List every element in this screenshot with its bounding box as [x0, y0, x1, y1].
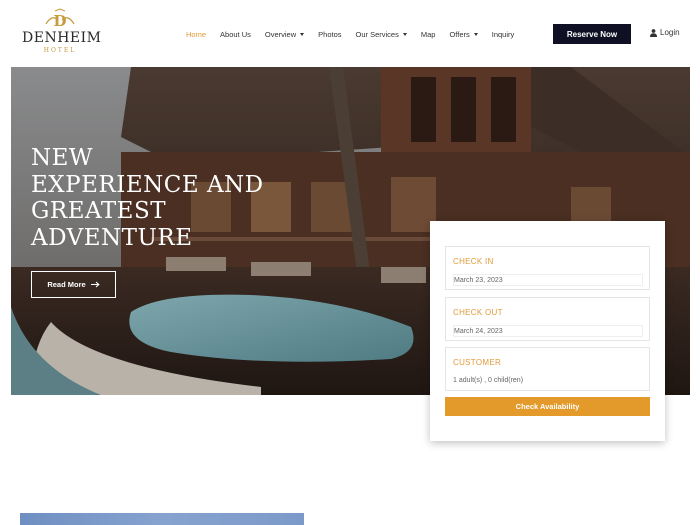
nav-item-map[interactable]: Map: [421, 30, 436, 39]
nav-item-home[interactable]: Home: [186, 30, 206, 39]
check-in-label: CHECK IN: [453, 257, 494, 266]
check-out-field: CHECK OUT March 24, 2023: [445, 297, 650, 341]
nav-label: About Us: [220, 29, 251, 39]
customer-select[interactable]: 1 adult(s) , 0 child(ren): [453, 375, 643, 387]
login-label: Login: [660, 28, 680, 37]
caret-down-icon: [473, 32, 478, 36]
login-link[interactable]: Login: [650, 28, 680, 37]
main-nav: Home About Us Overview Photos Our Servic…: [186, 27, 528, 41]
nav-item-overview[interactable]: Overview: [264, 29, 305, 39]
user-icon: [650, 28, 657, 37]
svg-text:D: D: [53, 12, 66, 30]
nav-label: Inquiry: [491, 29, 515, 39]
nav-item-inquiry[interactable]: Inquiry: [492, 30, 515, 39]
arrow-right-icon: [90, 281, 100, 288]
caret-down-icon: [300, 32, 305, 36]
nav-item-offers[interactable]: Offers: [449, 29, 478, 39]
nav-item-photos[interactable]: Photos: [318, 30, 341, 39]
nav-label: Home: [186, 29, 207, 39]
caret-down-icon: [402, 32, 407, 36]
hero-title-line: GREATEST: [31, 198, 167, 224]
check-in-input[interactable]: March 23, 2023: [453, 274, 643, 286]
site-header: D DENHEIM HOTEL Home About Us Overview P…: [0, 0, 700, 67]
hotel-logo[interactable]: D DENHEIM HOTEL: [22, 8, 102, 58]
reserve-now-button[interactable]: Reserve Now: [553, 24, 631, 44]
check-out-label: CHECK OUT: [453, 308, 503, 317]
nav-label: Our Services: [355, 29, 399, 39]
brand-subtitle: HOTEL: [43, 47, 77, 54]
check-out-input[interactable]: March 24, 2023: [453, 325, 643, 337]
read-more-label: Read More: [47, 280, 86, 289]
nav-label: Photos: [318, 29, 342, 39]
customer-label: CUSTOMER: [453, 358, 502, 367]
crest-icon: D: [45, 8, 75, 30]
check-availability-button[interactable]: Check Availability: [445, 397, 650, 416]
hero-title: NEW EXPERIENCE AND GREATEST ADVENTURE: [31, 145, 301, 251]
booking-card: CHECK IN March 23, 2023 CHECK OUT March …: [430, 221, 665, 441]
hero-title-line: NEW: [31, 145, 94, 171]
nav-label: Map: [420, 29, 436, 39]
nav-label: Overview: [264, 29, 297, 39]
nav-item-about-us[interactable]: About Us: [220, 30, 251, 39]
hero-title-line: ADVENTURE: [31, 224, 193, 251]
nav-item-our-services[interactable]: Our Services: [356, 30, 407, 39]
check-in-field: CHECK IN March 23, 2023: [445, 246, 650, 290]
section-image: [20, 513, 304, 525]
hero-title-line: EXPERIENCE AND: [31, 171, 264, 198]
brand-name: DENHEIM: [22, 30, 102, 46]
nav-label: Offers: [449, 29, 470, 39]
read-more-button[interactable]: Read More: [31, 271, 116, 298]
customer-field: CUSTOMER 1 adult(s) , 0 child(ren): [445, 347, 650, 391]
